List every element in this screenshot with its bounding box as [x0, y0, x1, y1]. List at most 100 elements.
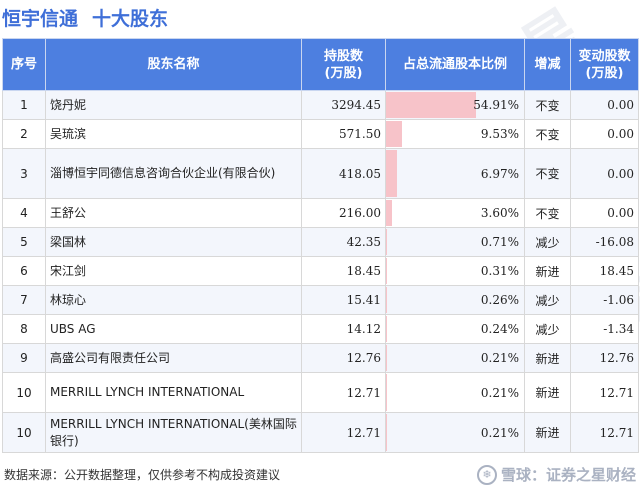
shares-held: 12.71: [301, 412, 386, 453]
shares-held: 12.71: [301, 372, 386, 413]
brand-label: 雪球：证券之星财经: [500, 466, 636, 484]
shareholder-name: 王舒公: [45, 198, 302, 228]
share-ratio-cell: 0.24%: [385, 314, 525, 344]
shares-held: 14.12: [301, 314, 386, 344]
share-ratio-cell: 0.26%: [385, 285, 525, 315]
share-ratio-value: 54.91%: [473, 98, 519, 112]
column-header: 股东名称: [45, 38, 302, 91]
change-shares: 0.00: [570, 148, 639, 199]
share-ratio-value: 0.31%: [480, 264, 519, 278]
change-status: 不变: [524, 90, 571, 120]
share-ratio-value: 0.21%: [480, 351, 519, 365]
table-header-row: 序号 股东名称 持股数 (万股) 占总流通股本比例 增减 变动股数 (万股): [2, 38, 639, 91]
change-shares: -1.06: [570, 285, 639, 315]
page-subtitle: 十大股东: [92, 7, 169, 30]
change-shares: 12.71: [570, 372, 639, 413]
change-status: 新进: [524, 372, 571, 413]
share-ratio-cell: 0.21%: [385, 372, 525, 413]
table-row: 8 UBS AG 14.12 0.24% 减少 -1.34: [2, 314, 639, 344]
shareholder-name: 宋江剑: [45, 256, 302, 286]
shareholder-name: 高盛公司有限责任公司: [45, 343, 302, 373]
share-ratio-cell: 0.21%: [385, 412, 525, 453]
share-ratio-cell: 0.71%: [385, 227, 525, 257]
shares-held: 42.35: [301, 227, 386, 257]
change-shares: 12.76: [570, 343, 639, 373]
row-index: 10: [2, 372, 46, 413]
column-header: 序号: [2, 38, 46, 91]
shares-held: 3294.45: [301, 90, 386, 120]
change-shares: -1.34: [570, 314, 639, 344]
table-row: 6 宋江剑 18.45 0.31% 新进 18.45: [2, 256, 639, 286]
change-status: 不变: [524, 148, 571, 199]
shareholder-name: 吴琉滨: [45, 119, 302, 149]
share-ratio-cell: 0.31%: [385, 256, 525, 286]
row-index: 2: [2, 119, 46, 149]
table-row: 7 林琼心 15.41 0.26% 减少 -1.06: [2, 285, 639, 315]
table-row: 10 MERRILL LYNCH INTERNATIONAL(美林国际银行) 12.…: [2, 412, 639, 453]
table-row: 4 王舒公 216.00 3.60% 不变 0.00: [2, 198, 639, 228]
share-ratio-value: 0.26%: [480, 293, 519, 307]
page-title: 恒宇信通: [2, 7, 79, 30]
change-shares: 0.00: [570, 119, 639, 149]
table-row: 9 高盛公司有限责任公司 12.76 0.21% 新进 12.76: [2, 343, 639, 373]
snowball-logo-icon: ❄: [476, 464, 497, 485]
share-ratio-value: 0.24%: [480, 322, 519, 336]
share-ratio-cell: 9.53%: [385, 119, 525, 149]
change-status: 不变: [524, 198, 571, 228]
change-status: 新进: [524, 256, 571, 286]
share-ratio-value: 0.71%: [480, 235, 519, 249]
share-ratio-value: 3.60%: [480, 206, 519, 220]
row-index: 8: [2, 314, 46, 344]
data-source-note: 数据来源：公开数据整理，仅供参考不构成投资建议: [4, 468, 281, 482]
change-status: 不变: [524, 119, 571, 149]
shareholder-name: UBS AG: [45, 314, 302, 344]
change-status: 减少: [524, 314, 571, 344]
shareholder-name: 淄博恒宇同德信息咨询合伙企业(有限合伙): [45, 148, 302, 199]
row-index: 4: [2, 198, 46, 228]
change-shares: 18.45: [570, 256, 639, 286]
share-ratio-cell: 0.21%: [385, 343, 525, 373]
change-shares: 0.00: [570, 90, 639, 120]
table-row: 1 饶丹妮 3294.45 54.91% 不变 0.00: [2, 90, 639, 120]
shareholder-name: 梁国林: [45, 227, 302, 257]
share-ratio-cell: 3.60%: [385, 198, 525, 228]
shares-held: 571.50: [301, 119, 386, 149]
shareholder-table: 序号 股东名称 持股数 (万股) 占总流通股本比例 增减 变动股数 (万股) 1…: [2, 38, 639, 453]
change-shares: -16.08: [570, 227, 639, 257]
shares-held: 18.45: [301, 256, 386, 286]
title-bar: 恒宇信通 十大股东: [2, 2, 168, 32]
share-ratio-value: 0.21%: [480, 385, 519, 400]
table-row: 3 淄博恒宇同德信息咨询合伙企业(有限合伙) 418.05 6.97% 不变 0.00: [2, 148, 639, 199]
row-index: 9: [2, 343, 46, 373]
shares-held: 216.00: [301, 198, 386, 228]
column-header: 增减: [524, 38, 571, 91]
change-shares: 12.71: [570, 412, 639, 453]
column-header: 持股数 (万股): [301, 38, 386, 91]
brand: ❄ 雪球：证券之星财经: [476, 464, 636, 485]
footer: 数据来源：公开数据整理，仅供参考不构成投资建议 ❄ 雪球：证券之星财经: [0, 462, 640, 487]
share-ratio-value: 0.21%: [480, 425, 519, 440]
change-status: 减少: [524, 227, 571, 257]
table-row: 10 MERRILL LYNCH INTERNATIONAL 12.71 0.21% 新…: [2, 372, 639, 413]
share-ratio-value: 9.53%: [480, 127, 519, 141]
row-index: 3: [2, 148, 46, 199]
shareholder-name: MERRILL LYNCH INTERNATIONAL: [45, 372, 302, 413]
share-ratio-cell: 54.91%: [385, 90, 525, 120]
row-index: 7: [2, 285, 46, 315]
share-ratio-cell: 6.97%: [385, 148, 525, 199]
row-index: 6: [2, 256, 46, 286]
shares-held: 418.05: [301, 148, 386, 199]
shareholder-name: 饶丹妮: [45, 90, 302, 120]
table-row: 2 吴琉滨 571.50 9.53% 不变 0.00: [2, 119, 639, 149]
change-shares: 0.00: [570, 198, 639, 228]
shareholder-name: 林琼心: [45, 285, 302, 315]
share-ratio-value: 6.97%: [480, 166, 519, 181]
shares-held: 12.76: [301, 343, 386, 373]
row-index: 5: [2, 227, 46, 257]
shareholder-name: MERRILL LYNCH INTERNATIONAL(美林国际银行): [45, 412, 302, 453]
change-status: 减少: [524, 285, 571, 315]
column-header: 变动股数 (万股): [570, 38, 639, 91]
row-index: 1: [2, 90, 46, 120]
row-index: 10: [2, 412, 46, 453]
change-status: 新进: [524, 412, 571, 453]
